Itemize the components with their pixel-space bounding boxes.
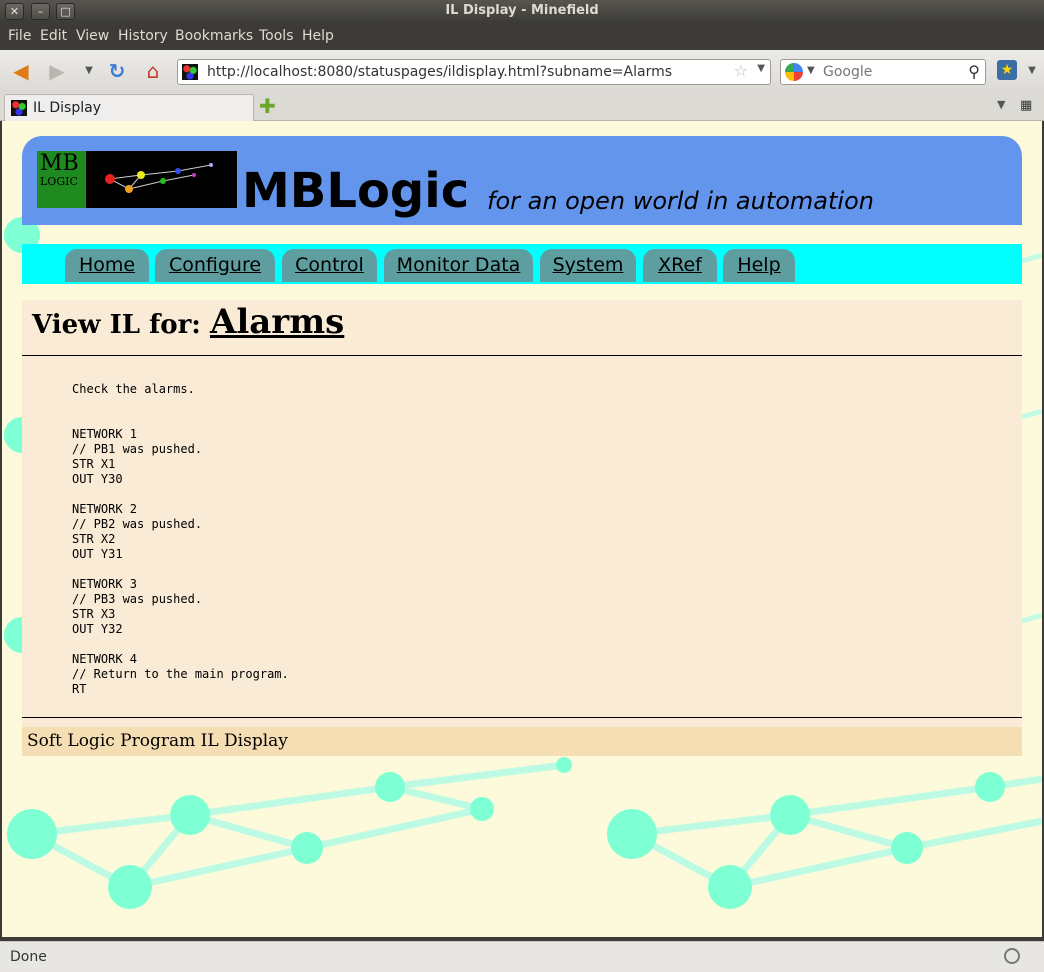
il-content-panel: View IL for: Alarms Check the alarms. NE… — [22, 300, 1022, 756]
site-nav: Home Configure Control Monitor Data Syst… — [22, 244, 1022, 284]
status-text: Done — [10, 949, 47, 965]
google-engine-icon[interactable] — [785, 63, 803, 81]
nav-control[interactable]: Control — [282, 249, 377, 282]
nav-help[interactable]: Help — [723, 249, 795, 282]
logo-badge: MB LOGIC — [37, 151, 86, 208]
back-arrow-icon[interactable]: ◀ — [8, 58, 34, 84]
history-dropdown-icon[interactable]: ▼ — [76, 58, 102, 84]
logo-constellation-graphic — [105, 163, 213, 193]
il-code-listing: Check the alarms. NETWORK 1 // PB1 was p… — [72, 382, 289, 696]
logo-mb-text: MB — [40, 151, 79, 176]
tab-list-dropdown-icon[interactable]: ▼ — [997, 98, 1005, 111]
menu-bookmarks[interactable]: Bookmarks — [175, 28, 253, 44]
status-bar: Done — [0, 941, 1044, 972]
site-tagline: for an open world in automation — [487, 187, 874, 215]
url-bar[interactable]: http://localhost:8080/statuspages/ildisp… — [177, 59, 771, 85]
nav-configure[interactable]: Configure — [155, 249, 275, 282]
menu-view[interactable]: View — [76, 28, 109, 44]
menu-file[interactable]: File — [8, 28, 31, 44]
page-footer: Soft Logic Program IL Display — [22, 727, 1022, 756]
search-bar[interactable]: ▼ ⚲ — [780, 59, 986, 85]
forward-arrow-icon[interactable]: ▶ — [44, 58, 70, 84]
addon-star-icon[interactable]: ★ — [997, 60, 1017, 80]
nav-system[interactable]: System — [540, 249, 636, 282]
search-input[interactable] — [821, 63, 965, 81]
footer-text: Soft Logic Program IL Display — [27, 731, 288, 751]
divider-top — [22, 355, 1022, 356]
navigation-toolbar: ◀ ▶ ▼ ↻ ⌂ http://localhost:8080/statuspa… — [0, 50, 1044, 93]
window-title: IL Display - Minefield — [445, 3, 599, 18]
reload-icon[interactable]: ↻ — [104, 58, 130, 84]
page-title-prefix: View IL for: — [32, 310, 201, 340]
tab-label: IL Display — [33, 100, 101, 116]
site-header: MB LOGIC MBLogic for an open world in au… — [22, 136, 1022, 225]
menu-history[interactable]: History — [118, 28, 168, 44]
mblogic-logo[interactable]: MB LOGIC — [37, 151, 237, 208]
bookmark-star-icon[interactable]: ☆ — [734, 61, 748, 80]
nav-home[interactable]: Home — [65, 249, 149, 282]
divider-bottom — [22, 717, 1022, 718]
nav-monitor-data[interactable]: Monitor Data — [384, 249, 533, 282]
url-dropdown-icon[interactable]: ▼ — [757, 63, 765, 74]
site-name: MBLogic — [242, 163, 470, 219]
tab-bar: IL Display ✚ ▼ ▦ — [0, 92, 1044, 121]
search-icon[interactable]: ⚲ — [968, 62, 980, 81]
page-title: View IL for: Alarms — [32, 300, 344, 355]
home-icon[interactable]: ⌂ — [140, 58, 166, 84]
site-favicon-icon — [182, 64, 198, 80]
logo-logic-text: LOGIC — [40, 175, 78, 188]
new-tab-plus-icon[interactable]: ✚ — [259, 96, 276, 116]
addon-dropdown-icon[interactable]: ▼ — [1019, 58, 1044, 84]
tab-favicon-icon — [11, 100, 27, 116]
status-activity-icon — [1004, 948, 1020, 964]
tab-groups-icon[interactable]: ▦ — [1020, 98, 1032, 113]
menu-edit[interactable]: Edit — [40, 28, 67, 44]
nav-xref[interactable]: XRef — [643, 249, 717, 282]
menu-bar: File Edit View History Bookmarks Tools H… — [0, 22, 1044, 50]
page-viewport: MB LOGIC MBLogic for an open world in au… — [2, 121, 1042, 937]
menu-tools[interactable]: Tools — [259, 28, 294, 44]
window-titlebar: ✕ – □ IL Display - Minefield — [0, 0, 1044, 22]
subroutine-link[interactable]: Alarms — [210, 302, 344, 342]
tab-il-display[interactable]: IL Display — [4, 94, 254, 121]
url-text[interactable]: http://localhost:8080/statuspages/ildisp… — [207, 64, 672, 80]
search-engine-dropdown-icon[interactable]: ▼ — [807, 65, 815, 76]
menu-help[interactable]: Help — [302, 28, 334, 44]
